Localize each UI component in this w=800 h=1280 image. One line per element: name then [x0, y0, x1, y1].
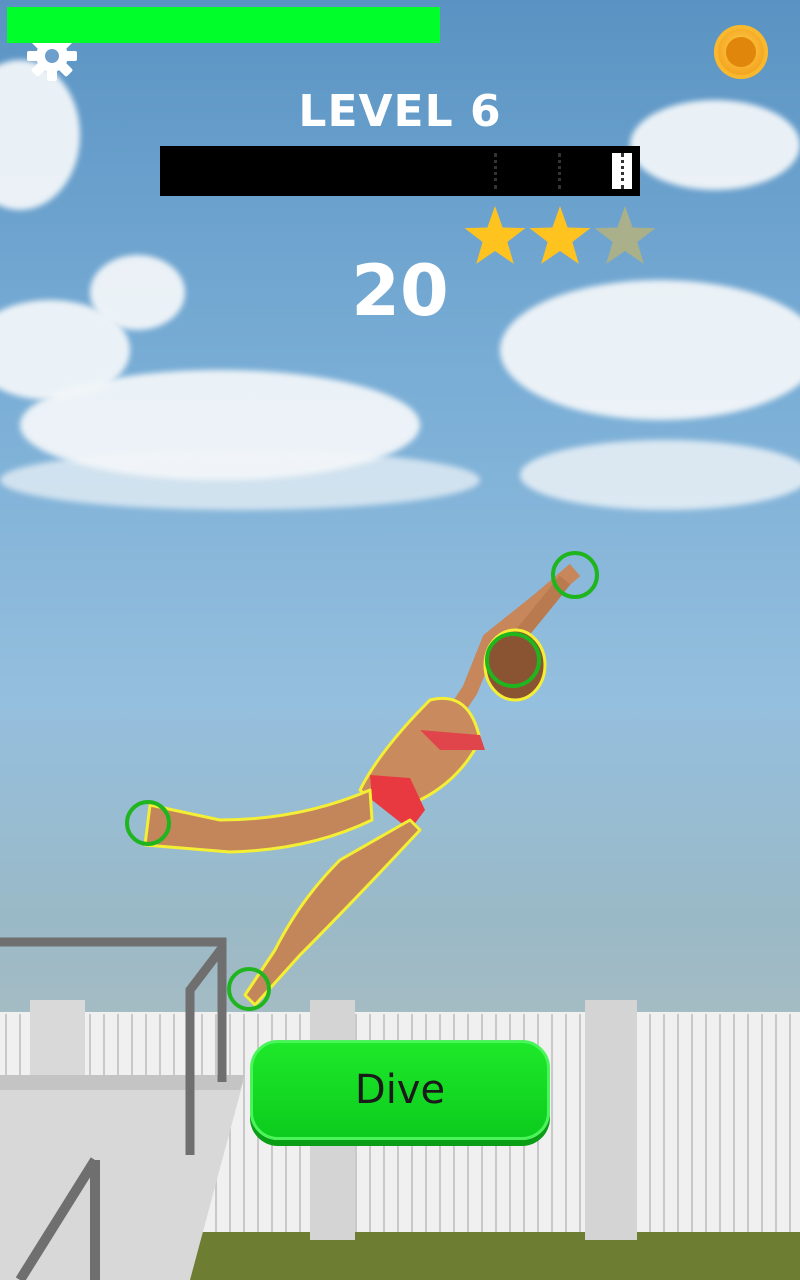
grass [180, 1230, 800, 1280]
game-stage: LEVEL 6 20 Dive [0, 0, 800, 1280]
level-progress-bar [160, 146, 640, 196]
coin-button[interactable] [714, 25, 768, 79]
level-title: LEVEL 6 [298, 86, 502, 137]
progress-marker [558, 153, 561, 189]
coin-icon [726, 37, 756, 67]
progress-marker [494, 153, 497, 189]
dive-button[interactable]: Dive [250, 1040, 550, 1140]
progress-fill [7, 7, 440, 43]
progress-marker [621, 153, 624, 189]
score: 20 [351, 250, 449, 332]
